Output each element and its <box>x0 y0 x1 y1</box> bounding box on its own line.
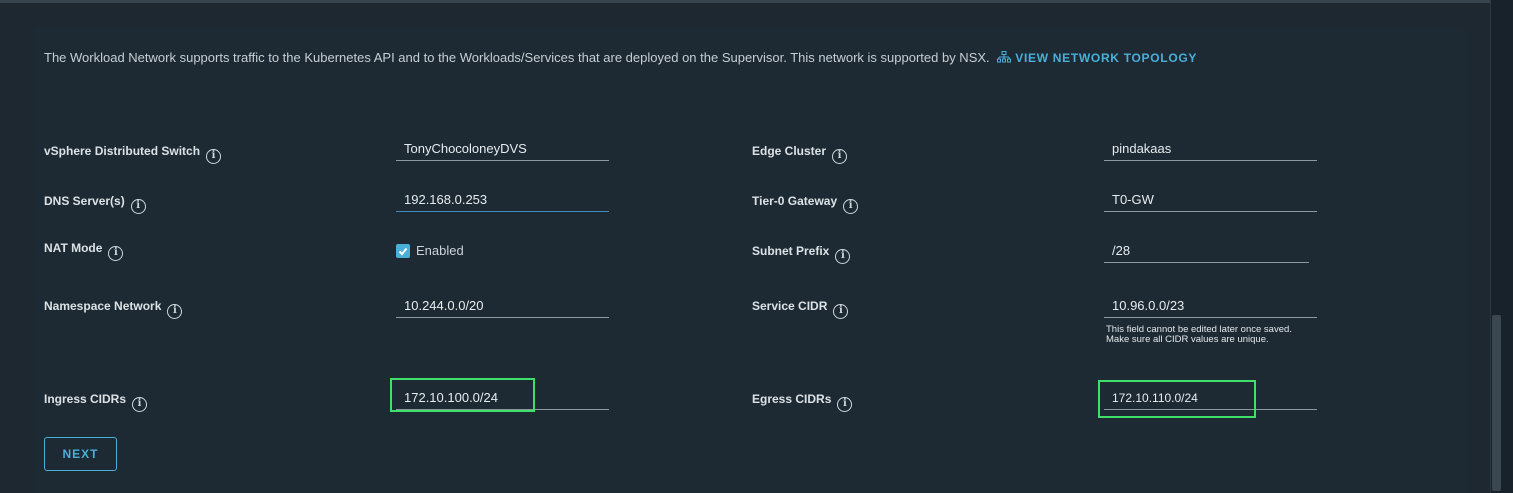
tier0-gateway-input[interactable]: T0-GW <box>1104 190 1317 212</box>
ingress-highlight-box <box>390 378 535 412</box>
edge-cluster-label: Edge Cluster i <box>752 144 848 164</box>
service-cidr-helper-text: This field cannot be edited later once s… <box>1106 324 1292 345</box>
info-icon[interactable]: i <box>132 397 148 412</box>
checkbox-checked[interactable] <box>396 244 410 258</box>
scrollbar-thumb[interactable] <box>1492 315 1501 491</box>
info-icon[interactable]: i <box>832 149 848 164</box>
dns-input[interactable]: 192.168.0.253 <box>396 190 609 212</box>
header-divider <box>0 0 1490 3</box>
egress-highlight-box <box>1098 380 1256 418</box>
view-network-topology-link[interactable]: VIEW NETWORK TOPOLOGY <box>997 51 1197 65</box>
nat-mode-checkbox[interactable]: Enabled <box>396 243 464 258</box>
nat-enabled-label: Enabled <box>416 243 464 258</box>
service-cidr-input[interactable]: 10.96.0.0/23 <box>1104 296 1317 318</box>
vds-input[interactable]: TonyChocoloneyDVS <box>396 139 609 161</box>
service-cidr-label: Service CIDR i <box>752 299 849 319</box>
info-icon[interactable]: i <box>130 199 146 214</box>
dns-label: DNS Server(s) i <box>44 194 146 214</box>
intro-text: The Workload Network supports traffic to… <box>44 50 1197 65</box>
info-icon[interactable]: i <box>206 149 222 164</box>
nat-mode-label: NAT Mode i <box>44 241 124 261</box>
subnet-prefix-label: Subnet Prefix i <box>752 244 851 264</box>
info-icon[interactable]: i <box>843 199 859 214</box>
tier0-gateway-label: Tier-0 Gateway i <box>752 194 859 214</box>
info-icon[interactable]: i <box>108 246 124 261</box>
checkmark-icon <box>398 247 408 256</box>
ingress-cidrs-label: Ingress CIDRs i <box>44 392 148 412</box>
info-icon[interactable]: i <box>167 304 183 319</box>
topology-icon <box>997 51 1012 63</box>
subnet-prefix-input[interactable]: /28 <box>1104 241 1309 263</box>
info-icon[interactable]: i <box>835 249 851 264</box>
vds-label: vSphere Distributed Switch i <box>44 144 222 164</box>
info-icon[interactable]: i <box>837 397 853 412</box>
egress-cidrs-label: Egress CIDRs i <box>752 392 853 412</box>
namespace-network-label: Namespace Network i <box>44 299 183 319</box>
namespace-network-input[interactable]: 10.244.0.0/20 <box>396 296 609 318</box>
next-button[interactable]: NEXT <box>44 437 117 471</box>
topology-link-label: VIEW NETWORK TOPOLOGY <box>1015 51 1198 65</box>
intro-description: The Workload Network supports traffic to… <box>44 50 990 65</box>
edge-cluster-input[interactable]: pindakaas <box>1104 139 1317 161</box>
info-icon[interactable]: i <box>833 304 849 319</box>
